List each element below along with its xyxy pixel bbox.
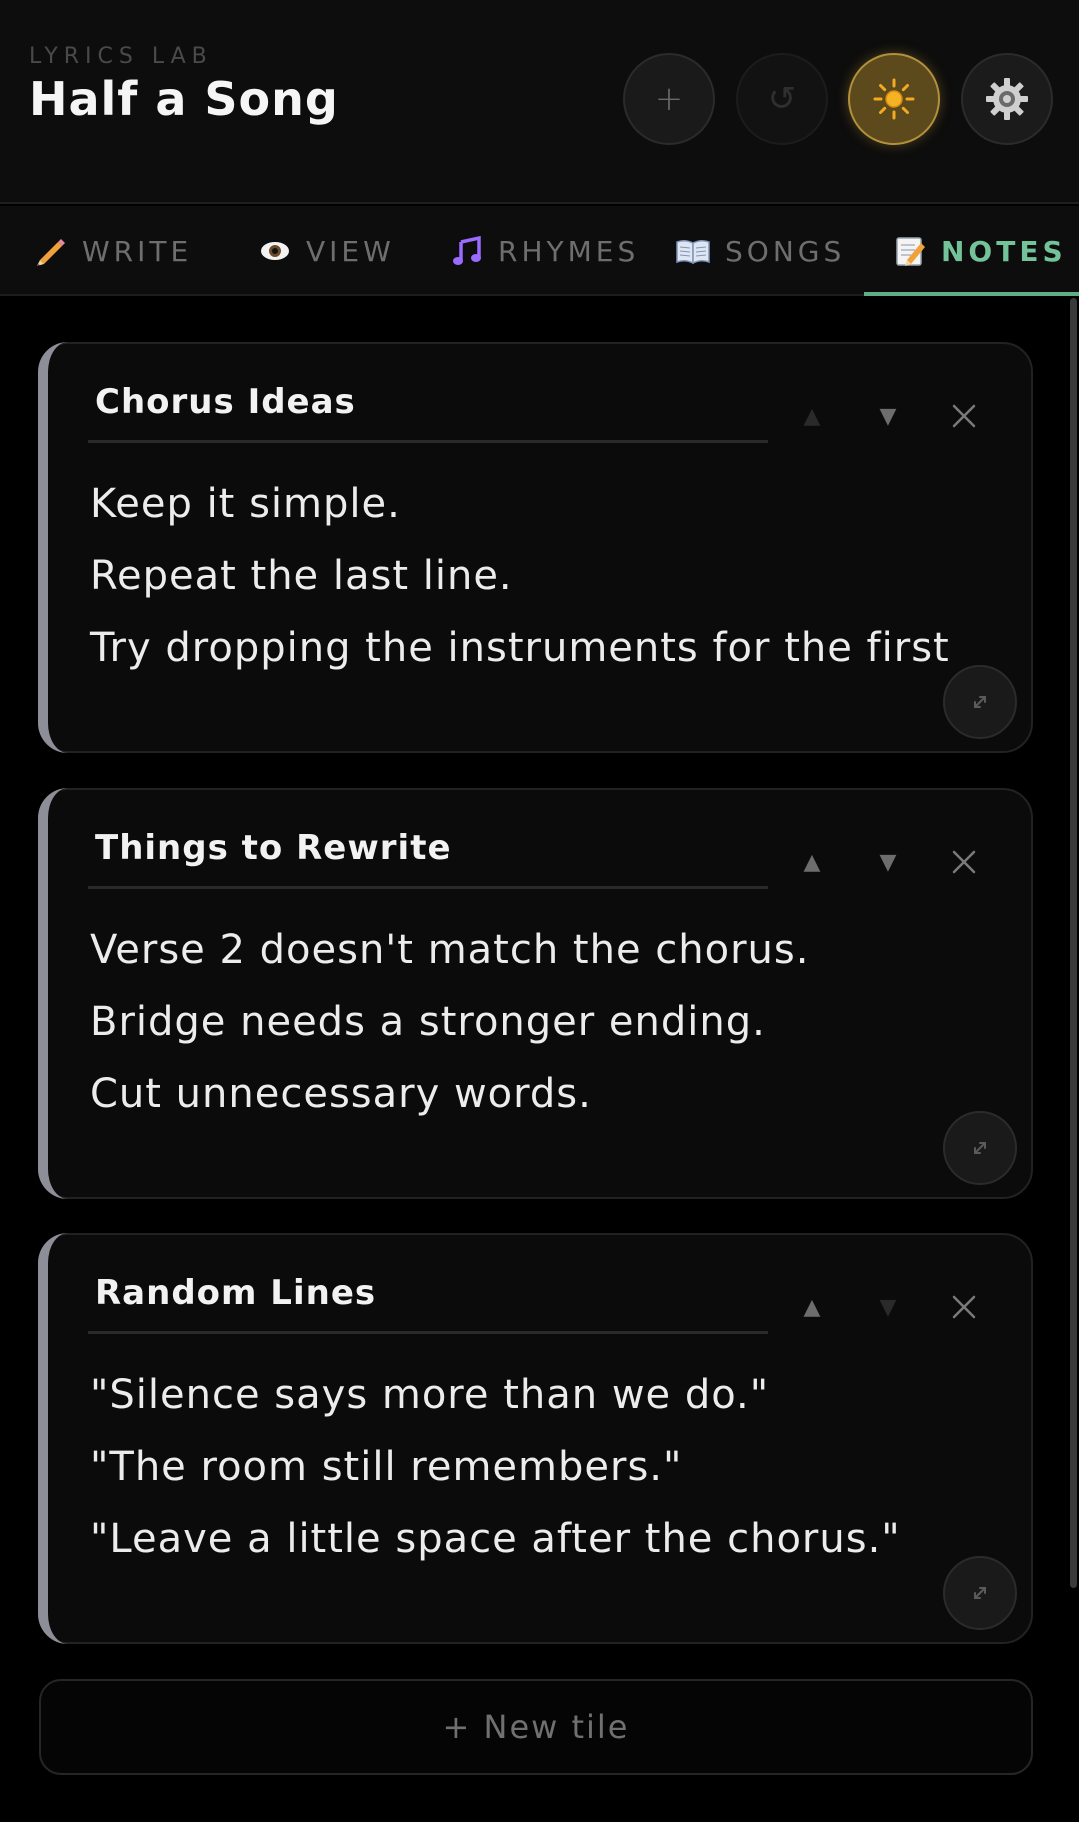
expand-icon bbox=[974, 1587, 986, 1599]
card-body[interactable]: Keep it simple. Repeat the last line. Tr… bbox=[90, 468, 950, 684]
expand-button[interactable] bbox=[943, 1111, 1017, 1185]
title-divider bbox=[88, 886, 768, 889]
gear-icon bbox=[986, 78, 1028, 120]
card-accent-bar bbox=[38, 342, 78, 753]
tab-write[interactable]: WRITE bbox=[34, 206, 192, 296]
expand-icon bbox=[974, 696, 986, 708]
tab-label: RHYMES bbox=[498, 234, 640, 268]
title-divider bbox=[88, 440, 768, 443]
triangle-up-icon: ▲ bbox=[803, 403, 821, 429]
note-card: Chorus Ideas ▲ ▼ Keep it simple. Repeat … bbox=[38, 342, 1033, 753]
music-note-icon bbox=[450, 234, 484, 268]
move-up-button[interactable]: ▲ bbox=[792, 842, 832, 882]
undo-button[interactable]: ↺ bbox=[736, 53, 828, 145]
tab-songs[interactable]: SONGS bbox=[675, 206, 845, 296]
sun-icon bbox=[873, 78, 915, 120]
card-body[interactable]: Verse 2 doesn't match the chorus. Bridge… bbox=[90, 914, 809, 1130]
card-title[interactable]: Random Lines bbox=[95, 1273, 376, 1313]
move-down-button[interactable]: ▼ bbox=[868, 396, 908, 436]
move-down-button[interactable]: ▼ bbox=[868, 842, 908, 882]
card-title[interactable]: Things to Rewrite bbox=[95, 828, 452, 868]
close-icon bbox=[952, 850, 976, 874]
tab-label: SONGS bbox=[725, 234, 846, 268]
plus-icon: + bbox=[654, 79, 684, 119]
triangle-down-icon: ▼ bbox=[879, 1294, 897, 1320]
book-icon bbox=[675, 234, 711, 268]
note-line: Try dropping the instruments for the fir… bbox=[90, 625, 950, 671]
tab-label: VIEW bbox=[306, 234, 395, 268]
triangle-down-icon: ▼ bbox=[879, 403, 897, 429]
new-tile-button[interactable]: + New tile bbox=[39, 1679, 1033, 1775]
delete-card-button[interactable] bbox=[944, 396, 984, 436]
card-title[interactable]: Chorus Ideas bbox=[95, 382, 356, 422]
note-card: Random Lines ▲ ▼ "Silence says more than… bbox=[38, 1233, 1033, 1644]
active-tab-indicator bbox=[864, 292, 1079, 296]
note-line: "Silence says more than we do." bbox=[90, 1372, 770, 1418]
card-accent-bar bbox=[38, 1233, 78, 1644]
move-up-button[interactable]: ▲ bbox=[792, 1287, 832, 1327]
tab-label: WRITE bbox=[82, 234, 193, 268]
move-down-button[interactable]: ▼ bbox=[868, 1287, 908, 1327]
new-tile-label: + New tile bbox=[442, 1708, 630, 1746]
app-kicker: LYRICS LAB bbox=[29, 44, 213, 69]
app-root: LYRICS LAB Half a Song + ↺ WRITE VIEW RH… bbox=[0, 0, 1079, 1822]
triangle-up-icon: ▲ bbox=[803, 849, 821, 875]
undo-icon: ↺ bbox=[767, 79, 797, 119]
expand-button[interactable] bbox=[943, 665, 1017, 739]
tab-view[interactable]: VIEW bbox=[258, 206, 395, 296]
tab-label: NOTES bbox=[941, 234, 1067, 268]
eye-icon bbox=[258, 234, 292, 268]
card-body[interactable]: "Silence says more than we do." "The roo… bbox=[90, 1359, 901, 1575]
theme-toggle-button[interactable] bbox=[848, 53, 940, 145]
delete-card-button[interactable] bbox=[944, 1287, 984, 1327]
note-line: Verse 2 doesn't match the chorus. bbox=[90, 927, 810, 973]
song-title[interactable]: Half a Song bbox=[29, 72, 339, 126]
scrollbar[interactable] bbox=[1070, 298, 1077, 1588]
move-up-button[interactable]: ▲ bbox=[792, 396, 832, 436]
note-line: Bridge needs a stronger ending. bbox=[90, 999, 766, 1045]
header: LYRICS LAB Half a Song + ↺ bbox=[0, 0, 1079, 204]
note-line: Repeat the last line. bbox=[90, 553, 513, 599]
close-icon bbox=[952, 1295, 976, 1319]
note-line: "Leave a little space after the chorus." bbox=[90, 1516, 901, 1562]
note-card: Things to Rewrite ▲ ▼ Verse 2 doesn't ma… bbox=[38, 788, 1033, 1199]
notepad-icon bbox=[893, 234, 927, 268]
tab-bar: WRITE VIEW RHYMES SONGS NOTES bbox=[0, 206, 1079, 296]
add-button[interactable]: + bbox=[623, 53, 715, 145]
expand-button[interactable] bbox=[943, 1556, 1017, 1630]
delete-card-button[interactable] bbox=[944, 842, 984, 882]
triangle-up-icon: ▲ bbox=[803, 1294, 821, 1320]
tab-rhymes[interactable]: RHYMES bbox=[450, 206, 639, 296]
triangle-down-icon: ▼ bbox=[879, 849, 897, 875]
card-accent-bar bbox=[38, 788, 78, 1199]
title-divider bbox=[88, 1331, 768, 1334]
settings-button[interactable] bbox=[961, 53, 1053, 145]
note-line: Keep it simple. bbox=[90, 481, 401, 527]
note-line: Cut unnecessary words. bbox=[90, 1071, 592, 1117]
pencil-icon bbox=[34, 234, 68, 268]
note-line: "The room still remembers." bbox=[90, 1444, 683, 1490]
close-icon bbox=[952, 404, 976, 428]
expand-icon bbox=[974, 1142, 986, 1154]
tab-notes[interactable]: NOTES bbox=[893, 206, 1067, 296]
